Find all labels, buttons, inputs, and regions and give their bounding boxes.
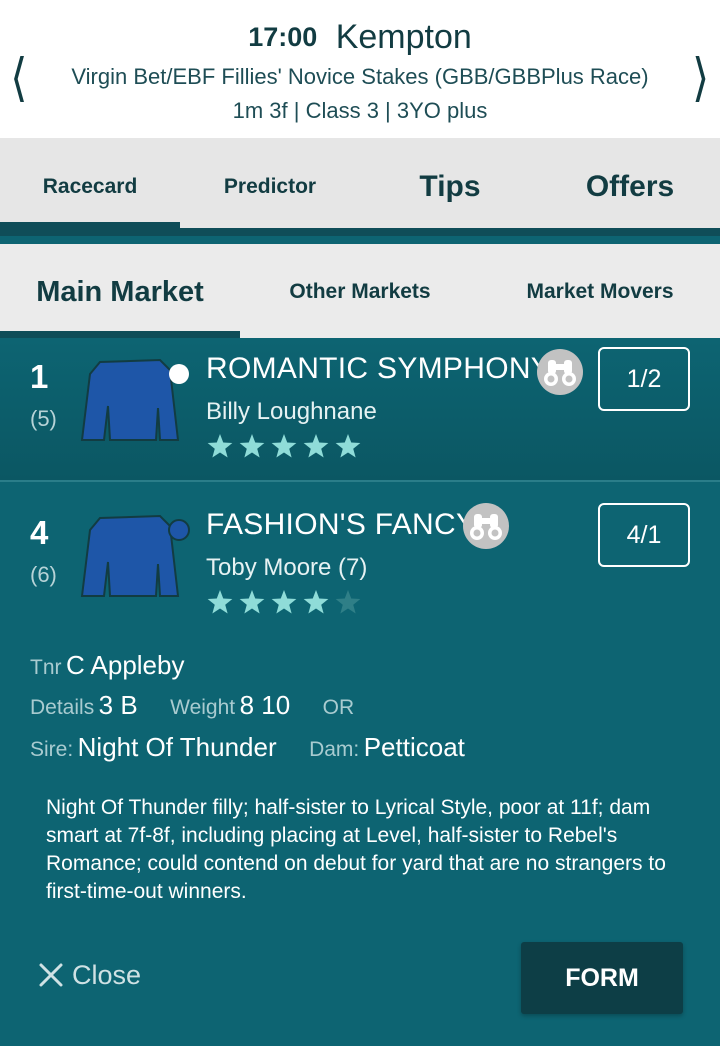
race-title: 17:00 Kempton	[0, 18, 720, 57]
runner-number: 4	[30, 514, 49, 551]
race-time: 17:00	[248, 22, 318, 52]
trainer-row: Tnr C Appleby	[30, 650, 184, 681]
sire-label: Sire:	[30, 738, 74, 761]
market-tabs: Main Market Other Markets Market Movers	[0, 244, 720, 338]
odds-button[interactable]: 1/2	[598, 347, 690, 411]
star-icon	[239, 590, 265, 614]
close-button[interactable]: Close	[38, 960, 141, 991]
binoculars-icon[interactable]	[536, 348, 584, 396]
breeding-row: Sire: Night Of Thunder Dam: Petticoat	[30, 732, 465, 763]
jockey-name: Billy Loughnane	[206, 398, 377, 425]
odds-button[interactable]: 4/1	[598, 503, 690, 567]
star-icon	[271, 434, 297, 458]
trainer-label: Tnr	[30, 656, 62, 679]
details-row: Details 3 B Weight 8 10 OR	[30, 690, 354, 721]
details-label: Details	[30, 696, 95, 719]
rating-stars	[207, 434, 361, 458]
runner-row[interactable]: 1 (5) ROMANTIC SYMPHONY Billy Loughnane …	[0, 338, 720, 482]
star-icon	[335, 590, 361, 614]
star-icon	[303, 434, 329, 458]
form-button[interactable]: FORM	[521, 942, 683, 1014]
star-icon	[207, 434, 233, 458]
tab-main-market[interactable]: Main Market	[0, 244, 240, 338]
sire-value: Night Of Thunder	[77, 732, 277, 762]
main-tabs: Racecard Predictor Tips Offers	[0, 138, 720, 236]
runner-number: 1	[30, 358, 49, 395]
tab-market-movers[interactable]: Market Movers	[480, 244, 720, 338]
star-icon	[271, 590, 297, 614]
star-icon	[303, 590, 329, 614]
star-icon	[207, 590, 233, 614]
race-course: Kempton	[335, 18, 472, 56]
tab-tips[interactable]: Tips	[360, 138, 540, 228]
jockey-silks-icon	[80, 514, 190, 597]
star-icon	[239, 434, 265, 458]
trainer-value: C Appleby	[65, 650, 185, 680]
binoculars-icon[interactable]	[462, 502, 510, 550]
runner-row-expanded[interactable]: 4 (6) FASHION'S FANCY Toby Moore (7) 4/1…	[0, 484, 720, 1046]
runner-comment: Night Of Thunder filly; half-sister to L…	[46, 796, 666, 903]
jockey-name: Toby Moore (7)	[206, 554, 368, 581]
chevron-right-icon[interactable]: ❭	[690, 40, 711, 110]
tab-racecard[interactable]: Racecard	[0, 138, 180, 228]
horse-name[interactable]: FASHION'S FANCY	[206, 508, 476, 542]
weight-label: Weight	[170, 696, 236, 719]
rating-stars	[207, 590, 361, 614]
close-icon	[39, 963, 63, 987]
star-icon	[335, 434, 361, 458]
race-info: 1m 3f | Class 3 | 3YO plus	[232, 98, 488, 123]
details-value: 3 B	[98, 690, 138, 720]
race-header: ❬ 17:00 Kempton Virgin Bet/EBF Fillies' …	[0, 0, 720, 138]
runner-draw: (5)	[30, 406, 57, 431]
race-name: Virgin Bet/EBF Fillies' Novice Stakes (G…	[71, 64, 649, 89]
tab-other-markets[interactable]: Other Markets	[240, 244, 480, 338]
or-label: OR	[322, 696, 355, 719]
dam-value: Petticoat	[363, 732, 465, 762]
close-label: Close	[72, 960, 142, 990]
tab-predictor[interactable]: Predictor	[180, 138, 360, 228]
weight-value: 8 10	[239, 690, 291, 720]
jockey-silks-icon	[80, 358, 189, 441]
runner-draw: (6)	[30, 562, 57, 587]
horse-name[interactable]: ROMANTIC SYMPHONY	[206, 352, 551, 386]
tab-offers[interactable]: Offers	[540, 138, 720, 228]
dam-label: Dam:	[309, 738, 360, 761]
